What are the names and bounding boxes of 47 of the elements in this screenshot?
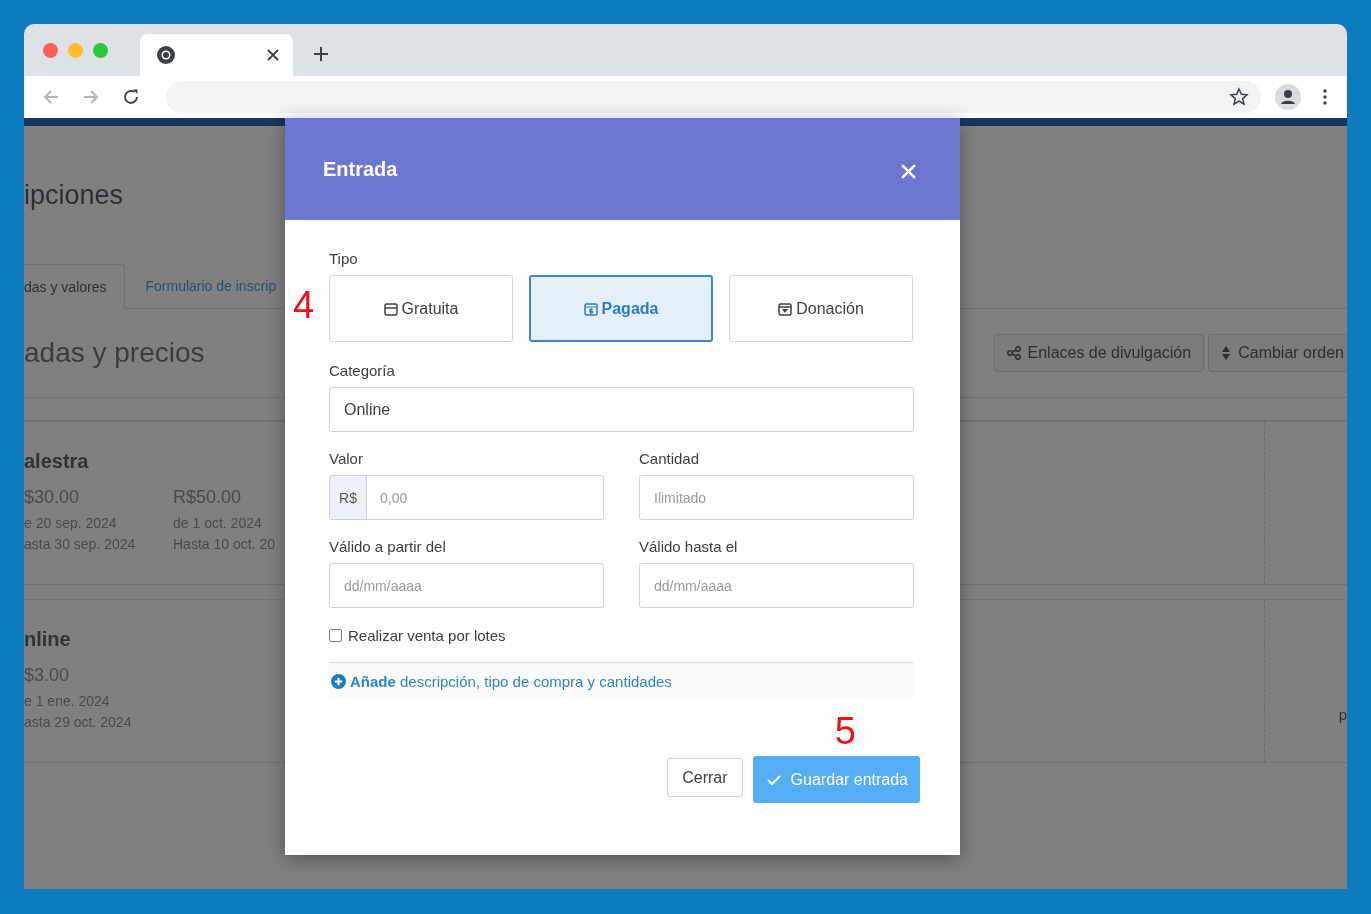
dollar-box-icon <box>583 301 598 316</box>
ticket-side-text: p <box>1338 705 1347 723</box>
minimize-window-dot[interactable] <box>68 43 83 58</box>
field-label: Valor <box>329 450 364 467</box>
ticket-icon <box>383 301 398 316</box>
step-number: 5 <box>834 712 856 750</box>
new-tab-icon[interactable] <box>313 46 329 62</box>
field-label: Tipo <box>329 250 359 267</box>
start-date-field[interactable]: dd/mm/aaaa <box>329 563 604 608</box>
action-button[interactable]: Enlaces de divulgación <box>993 334 1205 372</box>
action-button[interactable]: Cambiar orden <box>1208 334 1347 372</box>
page-tab[interactable]: das y valores <box>24 264 126 309</box>
field-label: Categoría <box>329 362 396 379</box>
browser-logo-icon <box>156 45 176 65</box>
close-icon[interactable] <box>901 163 916 179</box>
sort-icon <box>1221 345 1232 361</box>
field-label: Válido a partir del <box>329 538 447 555</box>
end-date-field[interactable]: dd/mm/aaaa <box>639 563 914 608</box>
save-button[interactable]: Guardar entrada <box>752 756 920 803</box>
gift-box-icon <box>778 301 793 316</box>
ticket-name: nline <box>24 628 71 651</box>
checkbox-label: Realizar venta por lotes <box>348 626 506 644</box>
checkbox[interactable] <box>329 628 342 642</box>
step-number: 4 <box>293 286 315 324</box>
dialog-title: Entrada <box>323 157 398 181</box>
maximize-window-dot[interactable] <box>93 43 108 58</box>
page-title: ipciones <box>24 186 124 212</box>
ticket-name: alestra <box>24 450 89 473</box>
type-option[interactable]: Donación <box>729 275 913 342</box>
category-field[interactable]: Online <box>329 387 914 432</box>
price-field[interactable]: R$ 0,00 <box>329 475 604 520</box>
reload-icon[interactable] <box>122 88 140 106</box>
quantity-field[interactable]: Ilimitado <box>639 475 914 520</box>
section-heading: adas y precios <box>24 337 205 369</box>
field-label: Cantidad <box>639 450 701 467</box>
menu-icon[interactable] <box>1323 89 1327 105</box>
field-label: Válido hasta el <box>639 538 739 555</box>
browser-tab[interactable] <box>140 34 293 76</box>
share-icon <box>1006 346 1021 360</box>
close-tab-icon[interactable] <box>267 49 279 61</box>
check-icon <box>766 773 781 786</box>
type-option[interactable]: Gratuita <box>329 275 513 342</box>
star-icon[interactable] <box>1229 87 1249 107</box>
close-button[interactable]: Cerrar <box>667 758 743 797</box>
type-option[interactable]: Pagada <box>529 275 713 342</box>
profile-icon[interactable] <box>1275 84 1301 110</box>
close-window-dot[interactable] <box>43 43 58 58</box>
